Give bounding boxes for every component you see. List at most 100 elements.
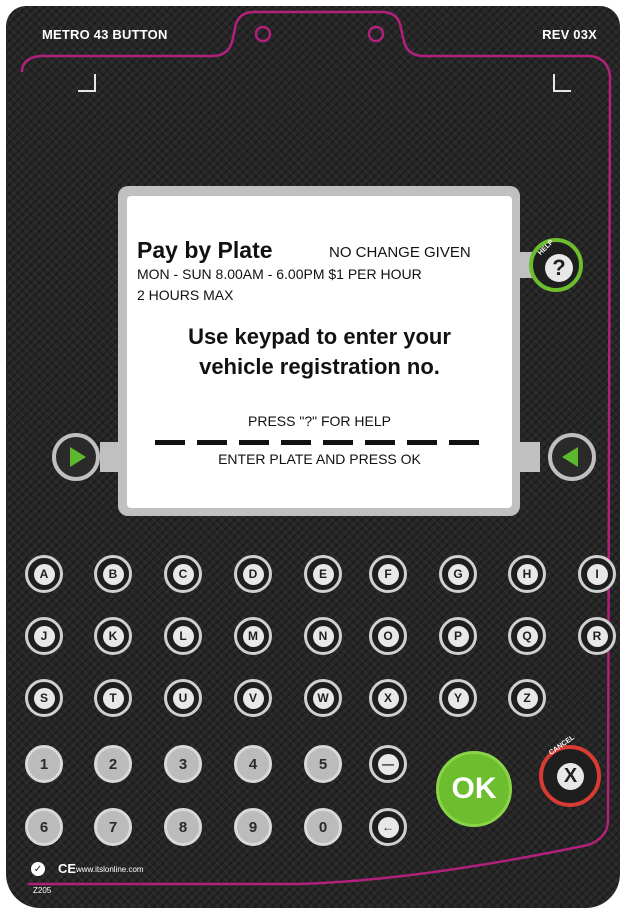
model-name: METRO 43 BUTTON — [42, 27, 168, 42]
key-label: S — [33, 687, 55, 709]
corner-mark-right — [553, 74, 571, 92]
help-button[interactable]: HELP ? — [529, 238, 583, 292]
left-soft-button[interactable] — [52, 433, 100, 481]
display-screen: Pay by Plate NO CHANGE GIVEN MON - SUN 8… — [127, 196, 512, 508]
key-a[interactable]: A — [25, 555, 63, 593]
key-z[interactable]: Z — [508, 679, 546, 717]
key-s[interactable]: S — [25, 679, 63, 717]
key-w[interactable]: W — [304, 679, 342, 717]
key-label: W — [312, 687, 334, 709]
key-d[interactable]: D — [234, 555, 272, 593]
space-icon: — — [377, 753, 399, 775]
key-label: 8 — [178, 818, 188, 836]
key-v[interactable]: V — [234, 679, 272, 717]
revision-label: REV 03X — [542, 27, 597, 42]
key-i[interactable]: I — [578, 555, 616, 593]
key-label: 3 — [178, 755, 188, 773]
key-label: J — [33, 625, 55, 647]
certification-icon: ✓ — [31, 862, 45, 876]
key-label: 7 — [108, 818, 118, 836]
key-p[interactable]: P — [439, 617, 477, 655]
key-l[interactable]: L — [164, 617, 202, 655]
key-label: F — [377, 563, 399, 585]
backspace-icon: ← — [377, 816, 399, 838]
key-label: Y — [447, 687, 469, 709]
key-label: 2 — [108, 755, 118, 773]
key-q[interactable]: Q — [508, 617, 546, 655]
instruction-line-2: vehicle registration no. — [199, 354, 440, 379]
key-g[interactable]: G — [439, 555, 477, 593]
key-label: A — [33, 563, 55, 585]
ce-mark: CE — [58, 861, 77, 876]
ok-label: OK — [451, 772, 497, 805]
key-label: 0 — [318, 818, 328, 836]
right-arrow-icon — [70, 447, 86, 467]
model-code: Z205 — [33, 886, 52, 895]
key-9[interactable]: 9 — [234, 808, 272, 846]
key-label: 9 — [248, 818, 258, 836]
key-label: 4 — [248, 755, 258, 773]
screen-title: Pay by Plate — [137, 237, 273, 263]
key-label: 5 — [318, 755, 328, 773]
key-5[interactable]: 5 — [304, 745, 342, 783]
key-1[interactable]: 1 — [25, 745, 63, 783]
key-label: O — [377, 625, 399, 647]
key-label: P — [447, 625, 469, 647]
key-label: D — [242, 563, 264, 585]
key-label: C — [172, 563, 194, 585]
key-o[interactable]: O — [369, 617, 407, 655]
left-arrow-icon — [562, 447, 578, 467]
instruction-line-1: Use keypad to enter your — [188, 324, 451, 349]
plate-entry-field — [155, 440, 481, 445]
key-x[interactable]: X — [369, 679, 407, 717]
max-stay-text: 2 HOURS MAX — [137, 287, 234, 303]
key-2[interactable]: 2 — [94, 745, 132, 783]
key-label: 1 — [39, 755, 49, 773]
key-label: N — [312, 625, 334, 647]
key-r[interactable]: R — [578, 617, 616, 655]
key-n[interactable]: N — [304, 617, 342, 655]
key-label: G — [447, 563, 469, 585]
key-u[interactable]: U — [164, 679, 202, 717]
key-3[interactable]: 3 — [164, 745, 202, 783]
key-label: R — [586, 625, 608, 647]
key-label: B — [102, 563, 124, 585]
entry-prompt: ENTER PLATE AND PRESS OK — [218, 451, 421, 467]
backspace-key[interactable]: ← — [369, 808, 407, 846]
ok-button[interactable]: OK — [436, 751, 512, 827]
key-y[interactable]: Y — [439, 679, 477, 717]
key-m[interactable]: M — [234, 617, 272, 655]
space-key[interactable]: — — [369, 745, 407, 783]
corner-mark-left — [78, 74, 96, 92]
key-label: M — [242, 625, 264, 647]
key-label: V — [242, 687, 264, 709]
key-label: T — [102, 687, 124, 709]
key-k[interactable]: K — [94, 617, 132, 655]
key-label: U — [172, 687, 194, 709]
key-label: K — [102, 625, 124, 647]
key-0[interactable]: 0 — [304, 808, 342, 846]
hours-rate-text: MON - SUN 8.00AM - 6.00PM $1 PER HOUR — [137, 266, 422, 282]
key-label: 6 — [39, 818, 49, 836]
key-h[interactable]: H — [508, 555, 546, 593]
key-8[interactable]: 8 — [164, 808, 202, 846]
help-hint: PRESS "?" FOR HELP — [248, 413, 391, 429]
right-soft-button[interactable] — [548, 433, 596, 481]
no-change-notice: NO CHANGE GIVEN — [329, 244, 471, 261]
key-label: Z — [516, 687, 538, 709]
key-label: I — [586, 563, 608, 585]
key-c[interactable]: C — [164, 555, 202, 593]
key-f[interactable]: F — [369, 555, 407, 593]
key-t[interactable]: T — [94, 679, 132, 717]
key-j[interactable]: J — [25, 617, 63, 655]
key-label: L — [172, 625, 194, 647]
help-icon: ? — [545, 254, 573, 282]
cancel-button[interactable]: CANCEL X — [539, 734, 601, 807]
key-4[interactable]: 4 — [234, 745, 272, 783]
key-7[interactable]: 7 — [94, 808, 132, 846]
key-label: X — [377, 687, 399, 709]
key-b[interactable]: B — [94, 555, 132, 593]
key-e[interactable]: E — [304, 555, 342, 593]
key-6[interactable]: 6 — [25, 808, 63, 846]
key-label: H — [516, 563, 538, 585]
